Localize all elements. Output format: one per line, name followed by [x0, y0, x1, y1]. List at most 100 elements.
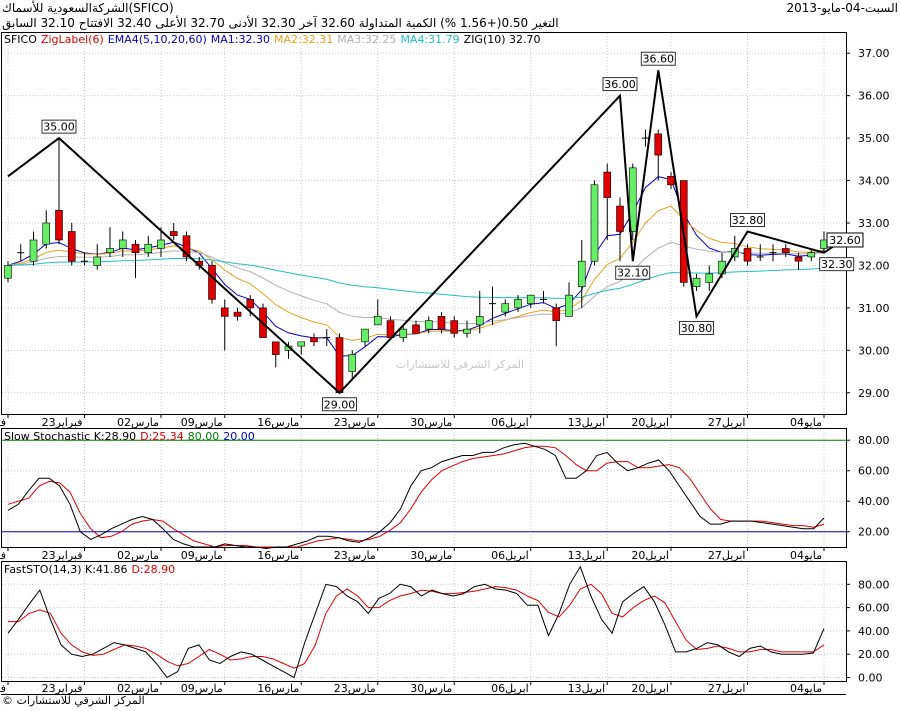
- candle-body: [310, 337, 318, 343]
- candle-body: [514, 299, 522, 309]
- candle-body: [118, 239, 127, 249]
- y-tick-label: 60.00: [858, 465, 890, 478]
- candle-body: [475, 316, 484, 326]
- main-legend-item: MA3:32.25: [337, 33, 397, 46]
- x-tick-label: 06ابريل: [491, 416, 529, 429]
- x-tick-label: 16مارس: [257, 682, 299, 695]
- zig-label: 32.30: [821, 258, 853, 271]
- panel-frame: [1, 561, 847, 682]
- x-tick-label: 02مارس: [117, 549, 159, 562]
- x-tick-label: 09مارس: [181, 682, 223, 695]
- slow-legend-item: D:25.34: [140, 430, 184, 443]
- candle-body: [667, 176, 675, 186]
- candle-body: [577, 260, 586, 287]
- candle-body: [373, 316, 382, 326]
- x-tick-label: 04مايو: [790, 549, 822, 562]
- x-tick-label: 06ابريل: [491, 549, 529, 562]
- x-tick-label: 06ابريل: [491, 682, 529, 695]
- y-tick-label: 60.00: [858, 602, 890, 615]
- candle-body: [4, 265, 12, 279]
- watermark-text: المركز الشرقي للاستشارات: [396, 358, 524, 371]
- slow-legend-item: Slow Stochastic K:28.90: [4, 430, 137, 443]
- candle-body: [93, 256, 102, 266]
- candle-body: [297, 341, 306, 347]
- candle-body: [169, 231, 178, 237]
- candle-body: [55, 209, 63, 241]
- x-tick-label: 13ابريل: [568, 682, 606, 695]
- y-tick-label: 34.00: [858, 175, 890, 188]
- candle-body: [208, 265, 216, 300]
- y-tick-label: 31.00: [858, 302, 890, 315]
- main-legend-item: ZIG(10) 32.70: [463, 33, 541, 46]
- x-tick-label: 30مارس: [410, 549, 452, 562]
- x-tick-label: 20ابريل: [631, 549, 669, 562]
- y-tick-label: 35.00: [858, 132, 890, 145]
- zig-label: 32.10: [617, 267, 649, 280]
- candle-body: [781, 248, 790, 254]
- main-legend-item: MA2:32.31: [274, 33, 334, 46]
- main-legend-item: EMA4(5,10,20,60): [107, 33, 207, 46]
- x-tick-label: 16فبراير: [0, 549, 6, 562]
- candle-body: [820, 239, 828, 249]
- candle-body: [67, 231, 76, 262]
- x-tick-label: 30مارس: [410, 416, 452, 429]
- last-price-label: 32.60: [829, 234, 861, 247]
- candle-body: [335, 337, 344, 394]
- slow-stochastic-legend: Slow Stochastic K:28.90 D:25.34 80.00 20.00: [4, 430, 259, 443]
- x-tick-label: 27ابريل: [708, 549, 746, 562]
- y-tick-label: 80.00: [858, 578, 890, 591]
- candle-body: [412, 324, 420, 334]
- chart-canvas: 16فبراير 23فبراير 02مارس 09مارس 16مارس 23مارس…: [0, 32, 890, 695]
- x-tick-label: 23فبراير: [42, 416, 83, 429]
- x-tick-label: 27ابريل: [708, 416, 746, 429]
- candle-body: [361, 328, 369, 343]
- y-tick-label: 32.00: [858, 259, 890, 272]
- zig-label: 36.00: [604, 78, 636, 91]
- candle-body: [501, 303, 510, 313]
- y-tick-label: 0.00: [858, 672, 883, 685]
- main-legend: SFICO ZigLabel(6) EMA4(5,10,20,60) MA1:32.3…: [4, 33, 545, 46]
- x-tick-label: 09مارس: [181, 549, 223, 562]
- main-legend-item: SFICO: [4, 33, 37, 46]
- main-legend-item: ZigLabel(6): [40, 33, 104, 46]
- x-tick-label: 09مارس: [181, 416, 223, 429]
- candle-body: [654, 133, 663, 156]
- zig-label: 32.80: [732, 214, 764, 227]
- candle-body: [42, 222, 51, 245]
- candle-body: [437, 316, 446, 330]
- x-tick-label: 20ابريل: [631, 682, 669, 695]
- footer-copyright: © المركز الشرقي للاستشارات: [2, 694, 145, 707]
- candle-body: [424, 320, 433, 330]
- candle-body: [743, 248, 752, 262]
- x-tick-label: 13ابريل: [568, 416, 606, 429]
- candle-body: [590, 184, 599, 262]
- candle-body: [565, 294, 573, 317]
- candle-body: [271, 341, 280, 355]
- candle-body: [794, 256, 803, 262]
- slow-legend-item: 20.00: [223, 430, 255, 443]
- x-tick-label: 16مارس: [257, 549, 299, 562]
- slow-legend-item: 80.00: [187, 430, 220, 443]
- candle-body: [705, 273, 714, 283]
- candle-body: [399, 328, 408, 338]
- x-tick-label: 20ابريل: [631, 416, 669, 429]
- x-tick-label: 27ابريل: [708, 682, 746, 695]
- x-tick-label: 23مارس: [334, 682, 376, 695]
- fast-legend-item: D:28.90: [131, 563, 176, 576]
- zig-label: 30.80: [681, 322, 713, 335]
- zig-label: 36.60: [643, 53, 675, 66]
- x-tick-label: 30مارس: [410, 682, 452, 695]
- candle-body: [106, 248, 114, 254]
- y-tick-label: 80.00: [858, 434, 890, 447]
- candle-body: [29, 239, 38, 262]
- candle-body: [692, 277, 701, 287]
- y-tick-label: 29.00: [858, 387, 890, 400]
- zig-label: 35.00: [43, 121, 75, 134]
- fast-stochastic-legend: FastSTO(14,3) K:41.86 D:28.90: [4, 563, 179, 576]
- x-tick-label: 02مارس: [117, 416, 159, 429]
- x-tick-label: 16فبراير: [0, 416, 6, 429]
- y-tick-label: 40.00: [858, 495, 890, 508]
- candle-body: [157, 239, 165, 249]
- candle-body: [246, 299, 255, 309]
- x-tick-label: 23مارس: [334, 416, 376, 429]
